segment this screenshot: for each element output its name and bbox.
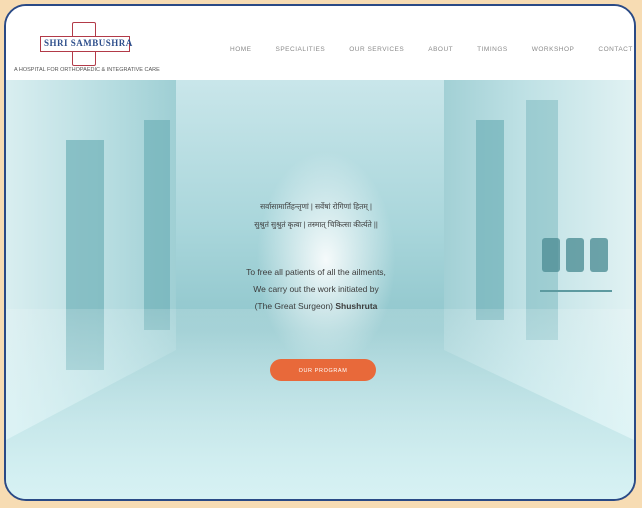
nav-workshop[interactable]: WORKSHOP [532,46,575,53]
logo-text: SHRI SAMBUSHRA [44,38,133,48]
english-line-3-name: Shushruta [335,301,378,311]
hero-sanskrit-verse: सर्वासामार्तिहन्तृणां | सर्वेषां रोगिणां… [166,198,466,234]
hero-section: सर्वासामार्तिहन्तृणां | सर्वेषां रोगिणां… [6,80,634,499]
hero-chair-2 [566,238,584,272]
hero-chair-3 [590,238,608,272]
hero-floor [6,309,634,499]
english-line-1: To free all patients of all the ailments… [246,267,386,277]
nav-home[interactable]: HOME [230,46,252,53]
main-nav: HOME SPECIALITIES OUR SERVICES ABOUT TIM… [230,46,634,53]
sanskrit-line-1: सर्वासामार्तिहन्तृणां | सर्वेषां रोगिणां… [260,202,372,211]
english-line-2: We carry out the work initiated by [253,284,379,294]
browser-frame: SHRI SAMBUSHRA A HOSPITAL FOR ORTHOPAEDI… [4,4,636,501]
hero-chair-1 [542,238,560,272]
hero-door-right-1 [476,120,504,320]
nav-timings[interactable]: TIMINGS [477,46,508,53]
sanskrit-line-2: सुश्रुतं सुश्रुतं कृत्वा | तस्मात् चिकित… [254,220,378,229]
nav-our-services[interactable]: OUR SERVICES [349,46,404,53]
hero-door-right-2 [526,100,558,340]
site-header: SHRI SAMBUSHRA A HOSPITAL FOR ORTHOPAEDI… [6,6,634,80]
nav-specialities[interactable]: SPECIALITIES [276,46,326,53]
nav-about[interactable]: ABOUT [428,46,453,53]
hero-english-text: To free all patients of all the ailments… [166,264,466,315]
hero-waiting-chairs [540,230,612,292]
nav-contact[interactable]: CONTACT [598,46,632,53]
our-program-button[interactable]: OUR PROGRAM [270,359,376,381]
site-tagline: A HOSPITAL FOR ORTHOPAEDIC & INTEGRATIVE… [14,67,160,73]
english-line-3-prefix: (The Great Surgeon) [254,301,336,311]
site-logo[interactable]: SHRI SAMBUSHRA [36,22,134,66]
english-line-3: (The Great Surgeon) Shushruta [166,298,466,315]
